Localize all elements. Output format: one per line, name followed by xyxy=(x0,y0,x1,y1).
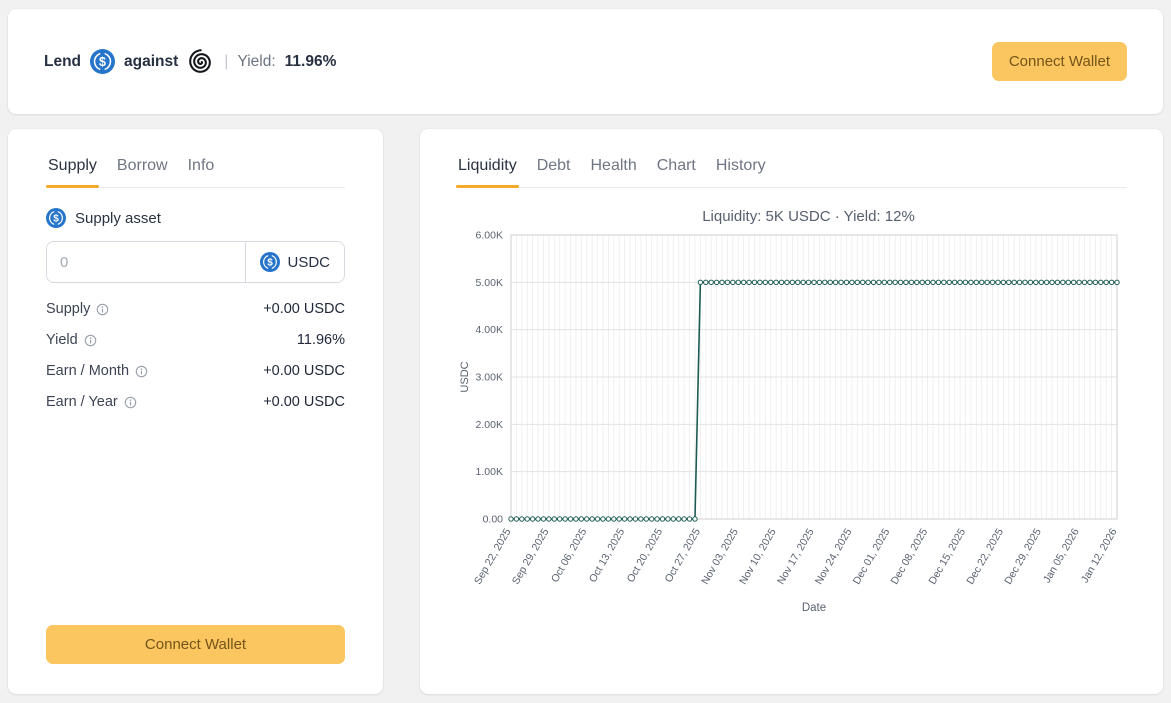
usdc-icon: $ xyxy=(90,49,115,74)
stat-label: Supply xyxy=(46,301,90,317)
content: Supply Borrow Info $ Supply asset xyxy=(8,129,1163,694)
stat-value: +0.00 USDC xyxy=(263,394,345,410)
stat-label: Earn / Year xyxy=(46,394,118,410)
tab-liquidity[interactable]: Liquidity xyxy=(456,155,519,187)
svg-text:Nov 24, 2025: Nov 24, 2025 xyxy=(813,526,855,586)
stat-row-supply: Supply +0.00 USDC xyxy=(46,301,345,317)
against-label: against xyxy=(124,53,178,71)
svg-text:1.00K: 1.00K xyxy=(476,466,503,478)
tab-chart[interactable]: Chart xyxy=(655,155,698,187)
svg-text:Dec 15, 2025: Dec 15, 2025 xyxy=(926,526,968,586)
supply-stats: Supply +0.00 USDC Yield 11.96% Earn / Mo… xyxy=(46,301,345,425)
supply-panel: Supply Borrow Info $ Supply asset xyxy=(8,129,383,694)
chart-title: Liquidity: 5K USDC · Yield: 12% xyxy=(456,208,1127,225)
supply-tabs: Supply Borrow Info xyxy=(46,155,345,188)
page: Lend $ against | Yield: 11.96% Connect W… xyxy=(0,0,1171,703)
svg-text:Jan 05, 2026: Jan 05, 2026 xyxy=(1041,526,1082,585)
connect-wallet-button[interactable]: Connect Wallet xyxy=(992,42,1127,81)
svg-text:4.00K: 4.00K xyxy=(476,324,503,336)
yield-label: Yield: xyxy=(237,53,275,71)
lend-label: Lend xyxy=(44,53,81,71)
svg-text:Dec 22, 2025: Dec 22, 2025 xyxy=(964,526,1006,586)
svg-text:Dec 08, 2025: Dec 08, 2025 xyxy=(889,526,931,586)
chart-panel: Liquidity Debt Health Chart History Liqu… xyxy=(420,129,1163,694)
spiral-logo-icon xyxy=(187,48,215,76)
svg-text:Date: Date xyxy=(802,602,826,614)
yield-value: 11.96% xyxy=(285,53,337,71)
supply-asset-label: Supply asset xyxy=(75,210,161,227)
info-icon[interactable] xyxy=(84,334,97,347)
svg-text:Nov 03, 2025: Nov 03, 2025 xyxy=(699,526,741,586)
svg-text:Oct 27, 2025: Oct 27, 2025 xyxy=(663,526,704,584)
liquidity-chart[interactable]: 0.00 1.00K 2.00K 3.00K 4.00K 5.00K 6.00K Sep 22… xyxy=(456,227,1127,619)
svg-text:USDC: USDC xyxy=(459,361,471,392)
svg-text:$: $ xyxy=(268,258,274,269)
asset-select[interactable]: $ USDC xyxy=(245,242,344,282)
chart-area: Liquidity: 5K USDC · Yield: 12% 0.00 1.00… xyxy=(456,188,1127,619)
tab-debt[interactable]: Debt xyxy=(535,155,573,187)
tab-history[interactable]: History xyxy=(714,155,768,187)
tab-supply[interactable]: Supply xyxy=(46,155,99,187)
svg-text:Oct 13, 2025: Oct 13, 2025 xyxy=(587,526,628,584)
svg-text:6.00K: 6.00K xyxy=(476,230,503,242)
stat-row-yield: Yield 11.96% xyxy=(46,332,345,348)
svg-text:0.00: 0.00 xyxy=(483,514,504,526)
svg-text:Dec 29, 2025: Dec 29, 2025 xyxy=(1002,526,1044,586)
market-summary: Lend $ against | Yield: 11.96% xyxy=(44,48,336,76)
svg-text:Dec 01, 2025: Dec 01, 2025 xyxy=(851,526,893,586)
chart-tabs: Liquidity Debt Health Chart History xyxy=(456,155,1127,188)
usdc-icon: $ xyxy=(260,252,280,272)
tab-borrow[interactable]: Borrow xyxy=(115,155,170,187)
svg-text:2.00K: 2.00K xyxy=(476,419,503,431)
svg-text:$: $ xyxy=(99,55,106,69)
stat-row-earn-month: Earn / Month +0.00 USDC xyxy=(46,363,345,379)
info-icon[interactable] xyxy=(124,396,137,409)
info-icon[interactable] xyxy=(96,303,109,316)
svg-text:Sep 29, 2025: Sep 29, 2025 xyxy=(510,526,552,586)
stat-value: 11.96% xyxy=(297,332,345,348)
stat-row-earn-year: Earn / Year +0.00 USDC xyxy=(46,394,345,410)
separator: | xyxy=(224,53,228,71)
svg-text:Sep 22, 2025: Sep 22, 2025 xyxy=(472,526,514,586)
svg-text:Oct 20, 2025: Oct 20, 2025 xyxy=(625,526,666,584)
supply-asset-row: $ Supply asset xyxy=(46,208,345,228)
info-icon[interactable] xyxy=(135,365,148,378)
amount-input-group: $ USDC xyxy=(46,241,345,283)
connect-wallet-button[interactable]: Connect Wallet xyxy=(46,625,345,664)
stat-value: +0.00 USDC xyxy=(263,363,345,379)
top-bar: Lend $ against | Yield: 11.96% Connect W… xyxy=(8,9,1163,114)
stat-value: +0.00 USDC xyxy=(263,301,345,317)
svg-text:Nov 10, 2025: Nov 10, 2025 xyxy=(737,526,779,586)
amount-input[interactable] xyxy=(47,242,245,282)
stat-label: Yield xyxy=(46,332,78,348)
svg-text:Nov 17, 2025: Nov 17, 2025 xyxy=(775,526,817,586)
svg-text:Oct 06, 2025: Oct 06, 2025 xyxy=(549,526,590,584)
svg-text:3.00K: 3.00K xyxy=(476,372,503,384)
tab-info[interactable]: Info xyxy=(186,155,217,187)
usdc-icon: $ xyxy=(46,208,66,228)
svg-text:5.00K: 5.00K xyxy=(476,277,503,289)
svg-text:Jan 12, 2026: Jan 12, 2026 xyxy=(1079,526,1120,585)
tab-health[interactable]: Health xyxy=(589,155,639,187)
svg-text:$: $ xyxy=(53,214,59,225)
stat-label: Earn / Month xyxy=(46,363,129,379)
asset-select-label: USDC xyxy=(287,254,330,271)
